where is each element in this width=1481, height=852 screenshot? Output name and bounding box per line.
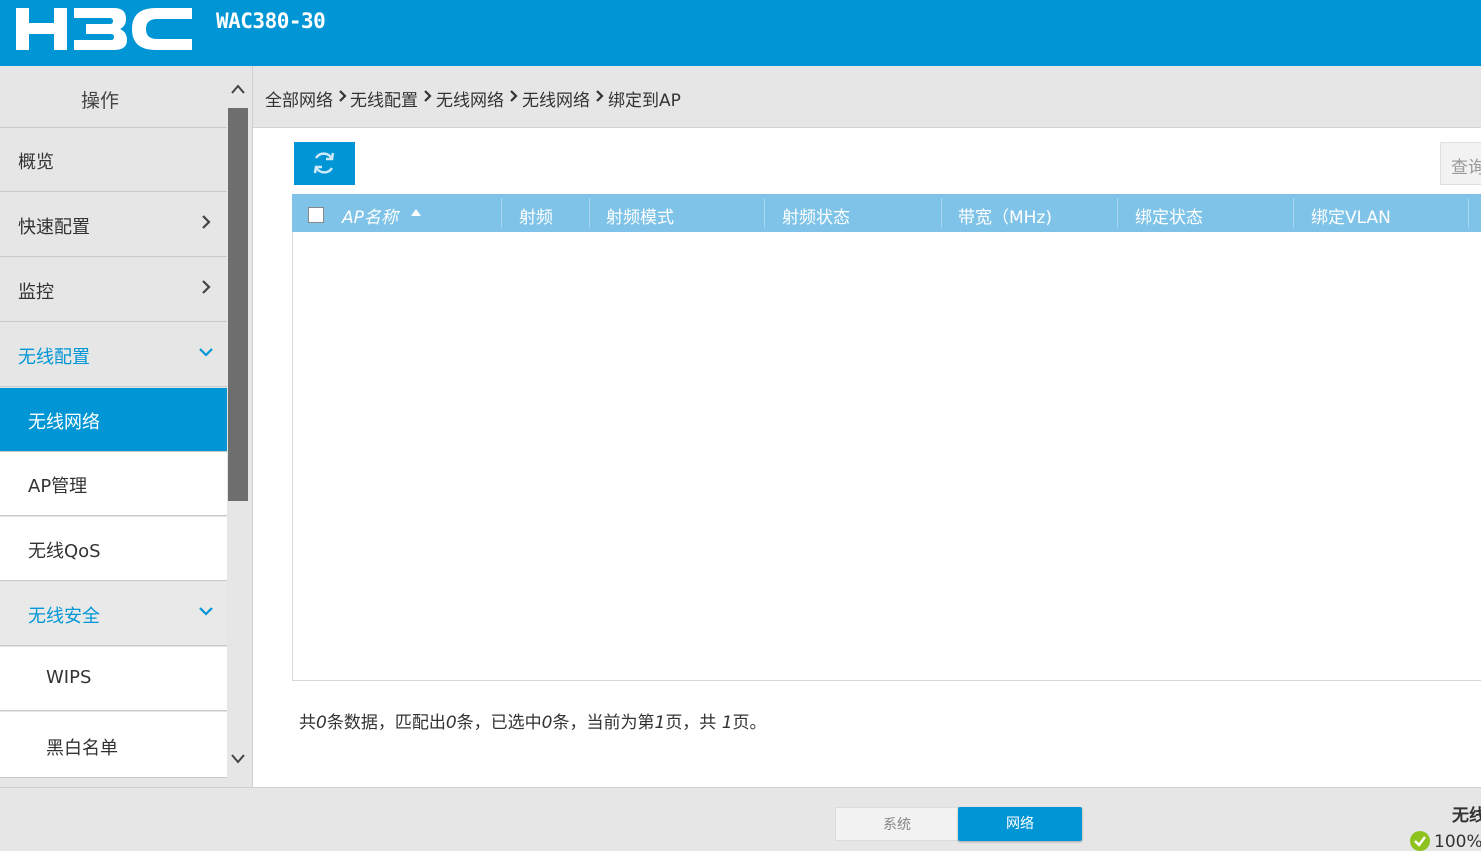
sidebar-item-quick-config[interactable]: 快速配置 [0,193,227,257]
chevron-right-icon [202,280,211,294]
chevron-right-icon [510,90,518,102]
chevron-right-icon [339,90,347,102]
total-pages: 1 [721,713,733,733]
chevron-right-icon [202,215,211,229]
column-label: 射频 [519,208,553,228]
scroll-thumb[interactable] [228,108,248,501]
chevron-down-icon [199,348,213,357]
sidebar-item-ap-management[interactable]: AP管理 [0,452,227,516]
chevron-right-icon [596,90,604,102]
summary-text: 条，当前为第 [552,713,655,733]
matched-count: 0 [445,713,457,733]
column-label: 带宽（MHz) [958,208,1053,228]
sidebar-title: 操作 [80,90,119,112]
check-circle-icon [1410,831,1430,851]
table-header: AP名称 射频 射频模式 射频状态 带宽（MHz) 绑定状态 绑定VLAN [292,194,1481,232]
select-all-checkbox[interactable] [308,207,324,223]
summary-text: 条，已选中 [456,713,542,733]
breadcrumb-item[interactable]: 无线配置 [350,86,418,111]
sidebar-item-wireless-config[interactable]: 无线配置 [0,323,227,387]
sidebar-item-label: 快速配置 [18,217,90,238]
sidebar-item-label: 概览 [18,152,54,173]
sidebar-item-wips[interactable]: WIPS [0,647,227,711]
sidebar-header: 操作 [0,66,227,128]
column-divider [941,198,942,228]
tab-system[interactable]: 系统 [835,807,959,841]
summary-text: 页。 [732,713,767,733]
column-label: AP名称 [342,208,398,228]
selected-count: 0 [541,713,553,733]
sidebar-item-label: 无线网络 [28,412,100,433]
sidebar-item-label: 无线QoS [28,541,101,562]
column-divider [1293,198,1294,228]
column-label: 射频状态 [782,208,850,228]
sidebar-item-label: 监控 [18,282,54,303]
refresh-button[interactable] [294,142,355,185]
breadcrumb-item[interactable]: 无线网络 [436,86,504,111]
sidebar-item-label: 无线安全 [28,606,100,627]
column-divider [589,198,590,228]
sidebar-item-blackwhite-list[interactable]: 黑白名单 [0,712,227,778]
sidebar-item-label: 无线配置 [18,347,90,368]
sidebar-item-overview[interactable]: 概览 [0,128,227,192]
sidebar-item-wireless-security[interactable]: 无线安全 [0,582,227,646]
sort-ascending-icon[interactable] [410,208,422,218]
breadcrumb-item[interactable]: 无线网络 [522,86,590,111]
current-page: 1 [654,713,666,733]
sidebar-item-label: 黑白名单 [46,738,118,759]
table-summary: 共0条数据，匹配出0条，已选中0条，当前为第1页，共 1页。 [299,708,767,733]
sidebar-scrollbar[interactable] [227,66,249,787]
sidebar-item-monitor[interactable]: 监控 [0,258,227,322]
breadcrumb: 全部网络 无线配置 无线网络 无线网络 绑定到AP [253,66,1481,128]
breadcrumb-current: 绑定到AP [608,91,681,111]
summary-text: 共 [299,713,316,733]
refresh-icon [313,152,335,174]
footer-bar: 系统 网络 无线 100% [0,787,1481,852]
scroll-up-icon[interactable] [230,82,246,96]
summary-text: 页，共 [665,713,722,733]
column-divider [1117,198,1118,228]
column-label: 绑定VLAN [1311,208,1391,228]
column-divider [1468,198,1469,228]
column-divider [501,198,502,228]
query-input[interactable]: 查询 [1440,142,1481,185]
data-table [292,194,1481,681]
total-count: 0 [316,713,327,733]
footer-section-title: 无线 [1452,806,1481,826]
column-divider [764,198,765,228]
device-name: WAC380-30 [216,9,326,33]
breadcrumb-item[interactable]: 全部网络 [265,86,333,111]
scroll-down-icon[interactable] [230,752,246,766]
column-label: 射频模式 [606,208,674,228]
chevron-right-icon [424,90,432,102]
sidebar-item-label: AP管理 [28,476,88,497]
sidebar-item-wireless-network[interactable]: 无线网络 [0,388,227,452]
top-header: WAC380-30 [0,0,1481,66]
sidebar-item-wireless-qos[interactable]: 无线QoS [0,517,227,581]
column-label: 绑定状态 [1135,208,1203,228]
tab-network[interactable]: 网络 [958,807,1082,841]
sidebar-item-label: WIPS [46,667,92,688]
summary-text: 条数据，匹配出 [326,713,446,733]
h3c-logo [16,8,192,50]
sidebar: 操作 概览 快速配置 监控 无线配置 无线网络 AP管理 无线QoS 无线安全 … [0,66,253,787]
health-percent: 100% [1434,832,1481,852]
query-label: 查询 [1451,158,1481,178]
chevron-down-icon [199,607,213,616]
